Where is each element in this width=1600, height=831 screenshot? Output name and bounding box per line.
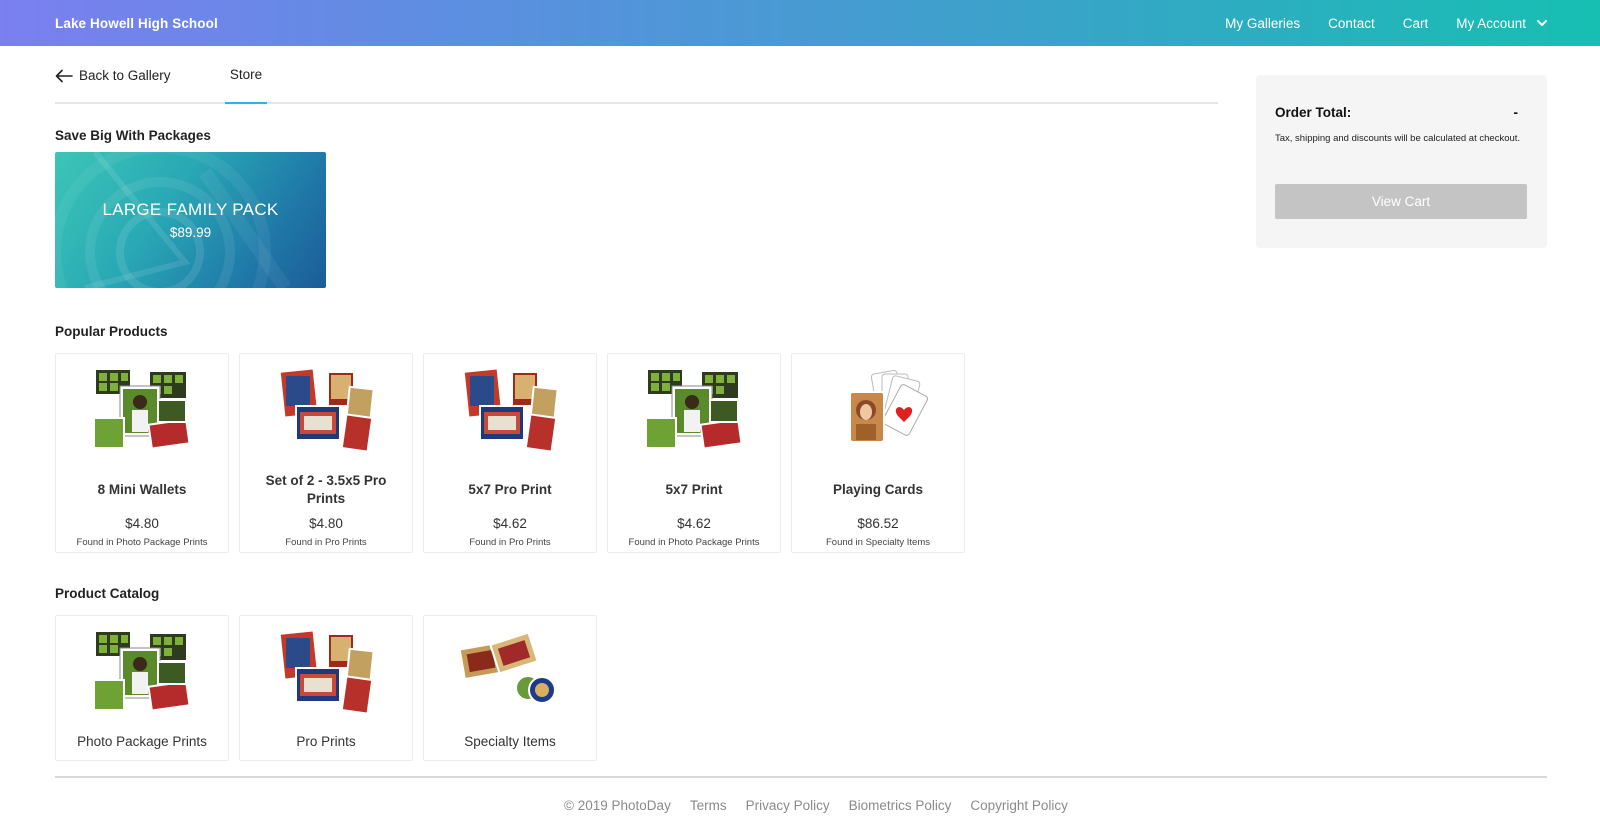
footer-copyright-policy-link[interactable]: Copyright Policy — [970, 798, 1068, 813]
catalog-card[interactable]: Specialty Items — [423, 615, 597, 761]
product-name: 5x7 Print — [665, 482, 723, 497]
footer-terms-link[interactable]: Terms — [690, 798, 727, 813]
specialty-items-thumbnail-icon — [460, 631, 556, 704]
packages-section-title: Save Big With Packages — [55, 128, 211, 143]
footer-biometrics-link[interactable]: Biometrics Policy — [849, 798, 952, 813]
product-card[interactable]: 5x7 Pro Print $4.62 Found in Pro Prints — [423, 353, 597, 553]
product-price: $4.80 — [309, 516, 343, 531]
footer-copyright: © 2019 PhotoDay — [564, 798, 671, 813]
package-card[interactable]: LARGE FAMILY PACK $89.99 — [55, 152, 326, 288]
main-nav: My Galleries Contact Cart My Account — [1225, 16, 1548, 31]
store-main: Back to Gallery Store Save Big With Pack… — [55, 46, 1218, 761]
top-navigation-bar: Lake Howell High School My Galleries Con… — [0, 0, 1600, 46]
nav-contact[interactable]: Contact — [1328, 16, 1375, 31]
product-name: 5x7 Pro Print — [468, 482, 552, 497]
nav-my-account-label: My Account — [1456, 15, 1526, 31]
product-name: 8 Mini Wallets — [97, 482, 187, 497]
product-price: $4.62 — [677, 516, 711, 531]
footer-privacy-link[interactable]: Privacy Policy — [746, 798, 830, 813]
product-catalog-list: Photo Package Prints Pro Prints Specialt… — [55, 615, 597, 761]
tab-store[interactable]: Store — [225, 67, 267, 82]
product-found-in: Found in Photo Package Prints — [76, 537, 208, 548]
pro-prints-thumbnail-icon — [462, 367, 559, 453]
order-total-value: - — [1513, 105, 1519, 120]
package-background-pattern-icon — [55, 152, 291, 288]
package-name: LARGE FAMILY PACK — [102, 200, 279, 219]
product-found-in: Found in Specialty Items — [825, 537, 931, 548]
wallets-thumbnail-icon — [93, 632, 191, 712]
product-card[interactable]: 5x7 Print $4.62 Found in Photo Package P… — [607, 353, 781, 553]
product-name: Set of 2 - 3.5x5 Pro Prints — [265, 473, 387, 506]
store-tabs: Back to Gallery Store — [55, 46, 1218, 104]
back-to-gallery-label: Back to Gallery — [79, 68, 171, 83]
popular-products-list: 8 Mini Wallets $4.80 Found in Photo Pack… — [55, 353, 965, 553]
order-checkout-note: Tax, shipping and discounts will be calc… — [1275, 133, 1521, 144]
order-summary-panel: Order Total: - Tax, shipping and discoun… — [1256, 75, 1547, 248]
product-found-in: Found in Photo Package Prints — [628, 537, 760, 548]
catalog-name: Specialty Items — [464, 734, 556, 749]
nav-cart[interactable]: Cart — [1403, 16, 1429, 31]
nav-my-galleries[interactable]: My Galleries — [1225, 16, 1300, 31]
school-name[interactable]: Lake Howell High School — [55, 16, 218, 31]
chevron-down-icon — [1537, 20, 1547, 26]
product-found-in: Found in Pro Prints — [285, 537, 367, 548]
product-card[interactable]: Playing Cards $86.52 Found in Specialty … — [791, 353, 965, 553]
product-card[interactable]: 8 Mini Wallets $4.80 Found in Photo Pack… — [55, 353, 229, 553]
arrow-left-icon — [55, 69, 73, 82]
view-cart-button[interactable]: View Cart — [1275, 184, 1527, 219]
product-name: Playing Cards — [832, 482, 924, 497]
wallets-thumbnail-icon — [645, 370, 743, 450]
catalog-name: Pro Prints — [296, 734, 356, 749]
order-total-label: Order Total: — [1275, 105, 1352, 120]
catalog-card[interactable]: Photo Package Prints — [55, 615, 229, 761]
product-card[interactable]: Set of 2 - 3.5x5 Pro Prints $4.80 Found … — [239, 353, 413, 553]
back-to-gallery-link[interactable]: Back to Gallery — [55, 68, 171, 83]
product-price: $86.52 — [857, 516, 899, 531]
product-price: $4.62 — [493, 516, 527, 531]
popular-section-title: Popular Products — [55, 324, 168, 339]
footer-divider — [55, 776, 1547, 778]
catalog-section-title: Product Catalog — [55, 586, 160, 601]
wallets-thumbnail-icon — [93, 370, 191, 450]
catalog-card[interactable]: Pro Prints — [239, 615, 413, 761]
package-price: $89.99 — [169, 225, 212, 240]
footer: © 2019 PhotoDay Terms Privacy Policy Bio… — [0, 798, 1600, 813]
pro-prints-thumbnail-icon — [278, 367, 375, 453]
catalog-name: Photo Package Prints — [77, 734, 207, 749]
tab-store-active-indicator — [225, 102, 267, 104]
product-price: $4.80 — [125, 516, 159, 531]
order-total-row: Order Total: - — [1275, 105, 1528, 120]
playing-cards-thumbnail-icon — [849, 370, 928, 443]
nav-my-account[interactable]: My Account — [1456, 16, 1548, 31]
pro-prints-thumbnail-icon — [278, 629, 375, 715]
product-found-in: Found in Pro Prints — [469, 537, 551, 548]
